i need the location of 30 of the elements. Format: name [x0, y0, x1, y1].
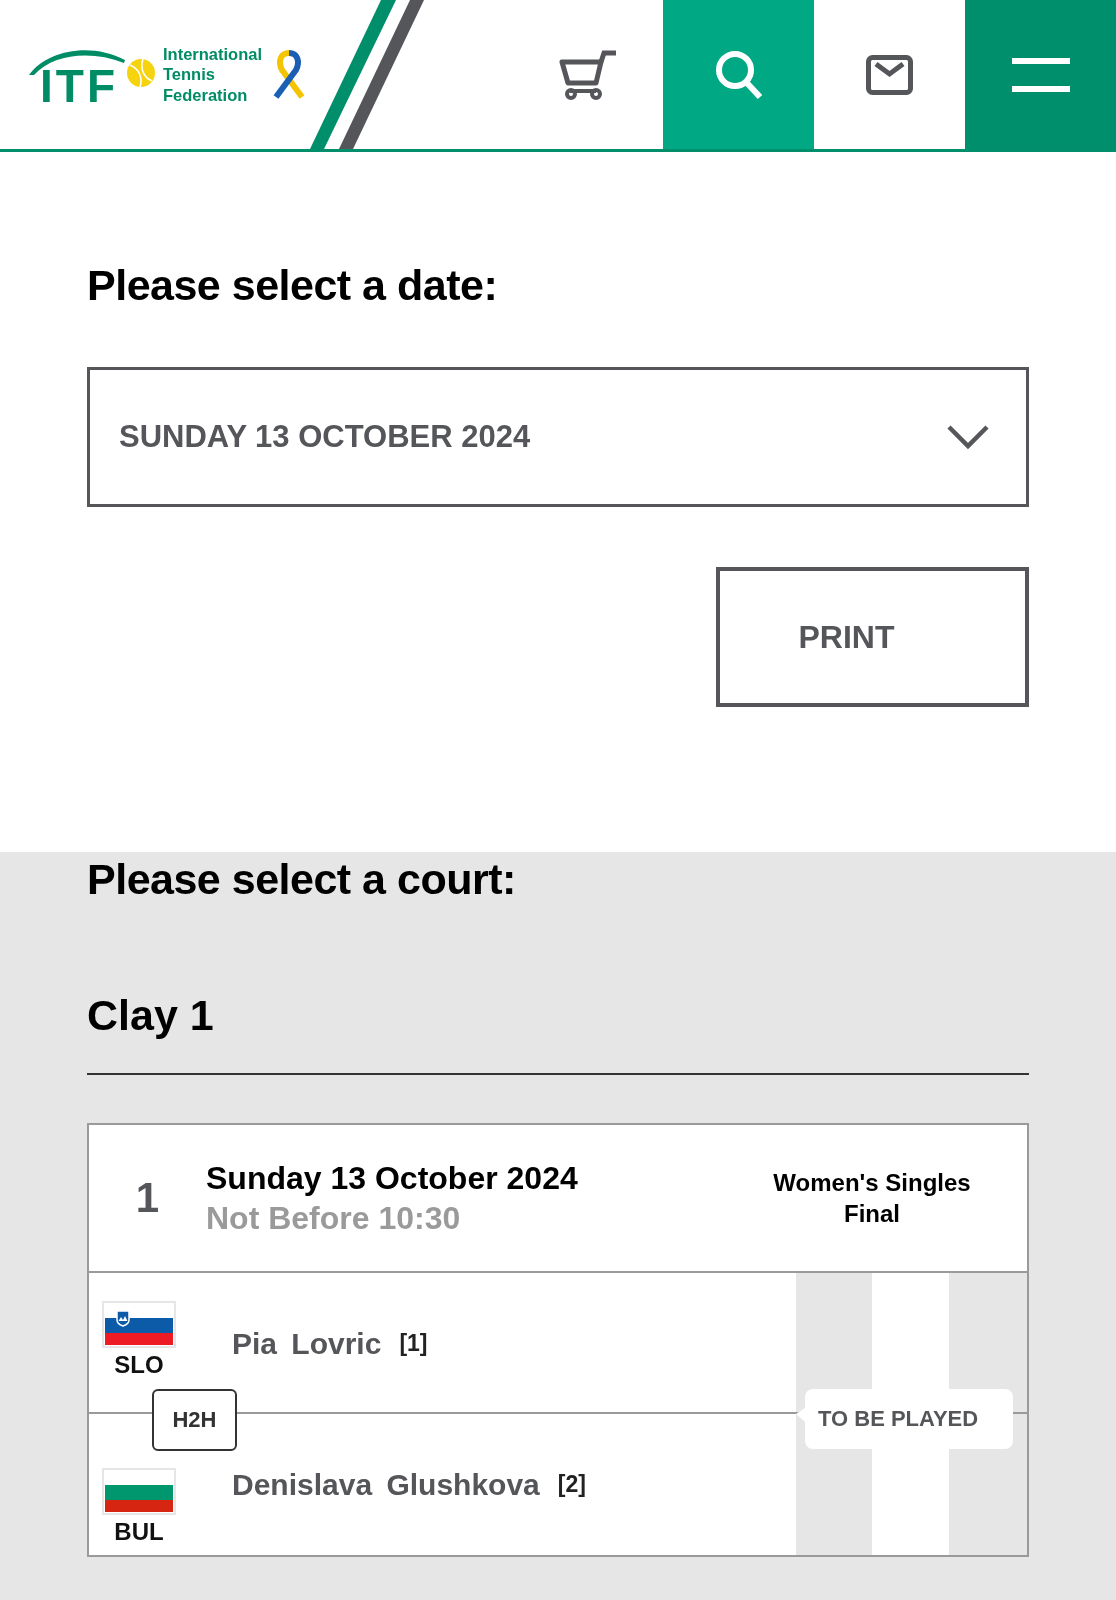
mail-icon — [866, 54, 913, 95]
match-order-number: 1 — [134, 1174, 161, 1222]
player-name: Denislava Glushkova — [232, 1467, 540, 1502]
match-status-badge: TO BE PLAYED — [795, 1389, 1013, 1449]
country-code: SLO — [114, 1352, 164, 1378]
match-date: Sunday 13 October 2024 — [206, 1159, 578, 1198]
match-event: Women's Singles Final — [772, 1168, 972, 1229]
section-heading: Please select a date: — [87, 260, 498, 311]
menu-icon — [1011, 57, 1070, 92]
date-select[interactable]: SUNDAY 13 OCTOBER 2024 — [87, 367, 1029, 507]
h2h-button[interactable]: H2H — [152, 1389, 237, 1451]
logo-name: International Tennis Federation — [163, 43, 262, 106]
logo-wordmark: ITF — [40, 68, 118, 103]
court-name: Clay 1 — [87, 990, 214, 1041]
section-heading: Please select a court: — [87, 854, 516, 905]
chevron-down-icon — [946, 424, 990, 450]
flag-icon — [102, 1301, 176, 1348]
search-icon — [715, 50, 762, 99]
search-button[interactable] — [663, 0, 814, 149]
seed-number: [2] — [557, 1471, 586, 1498]
cart-icon — [558, 49, 617, 100]
ribbon-icon — [272, 49, 306, 100]
player-name: Pia Lovric — [232, 1326, 382, 1361]
print-button[interactable]: PRINT — [716, 567, 1029, 707]
tennis-ball-icon — [127, 58, 155, 87]
seed-number: [1] — [399, 1330, 428, 1357]
country-code: BUL — [114, 1519, 164, 1545]
menu-button[interactable] — [965, 0, 1116, 149]
flag-icon — [102, 1468, 176, 1515]
match-time: Not Before 10:30 — [206, 1199, 461, 1238]
